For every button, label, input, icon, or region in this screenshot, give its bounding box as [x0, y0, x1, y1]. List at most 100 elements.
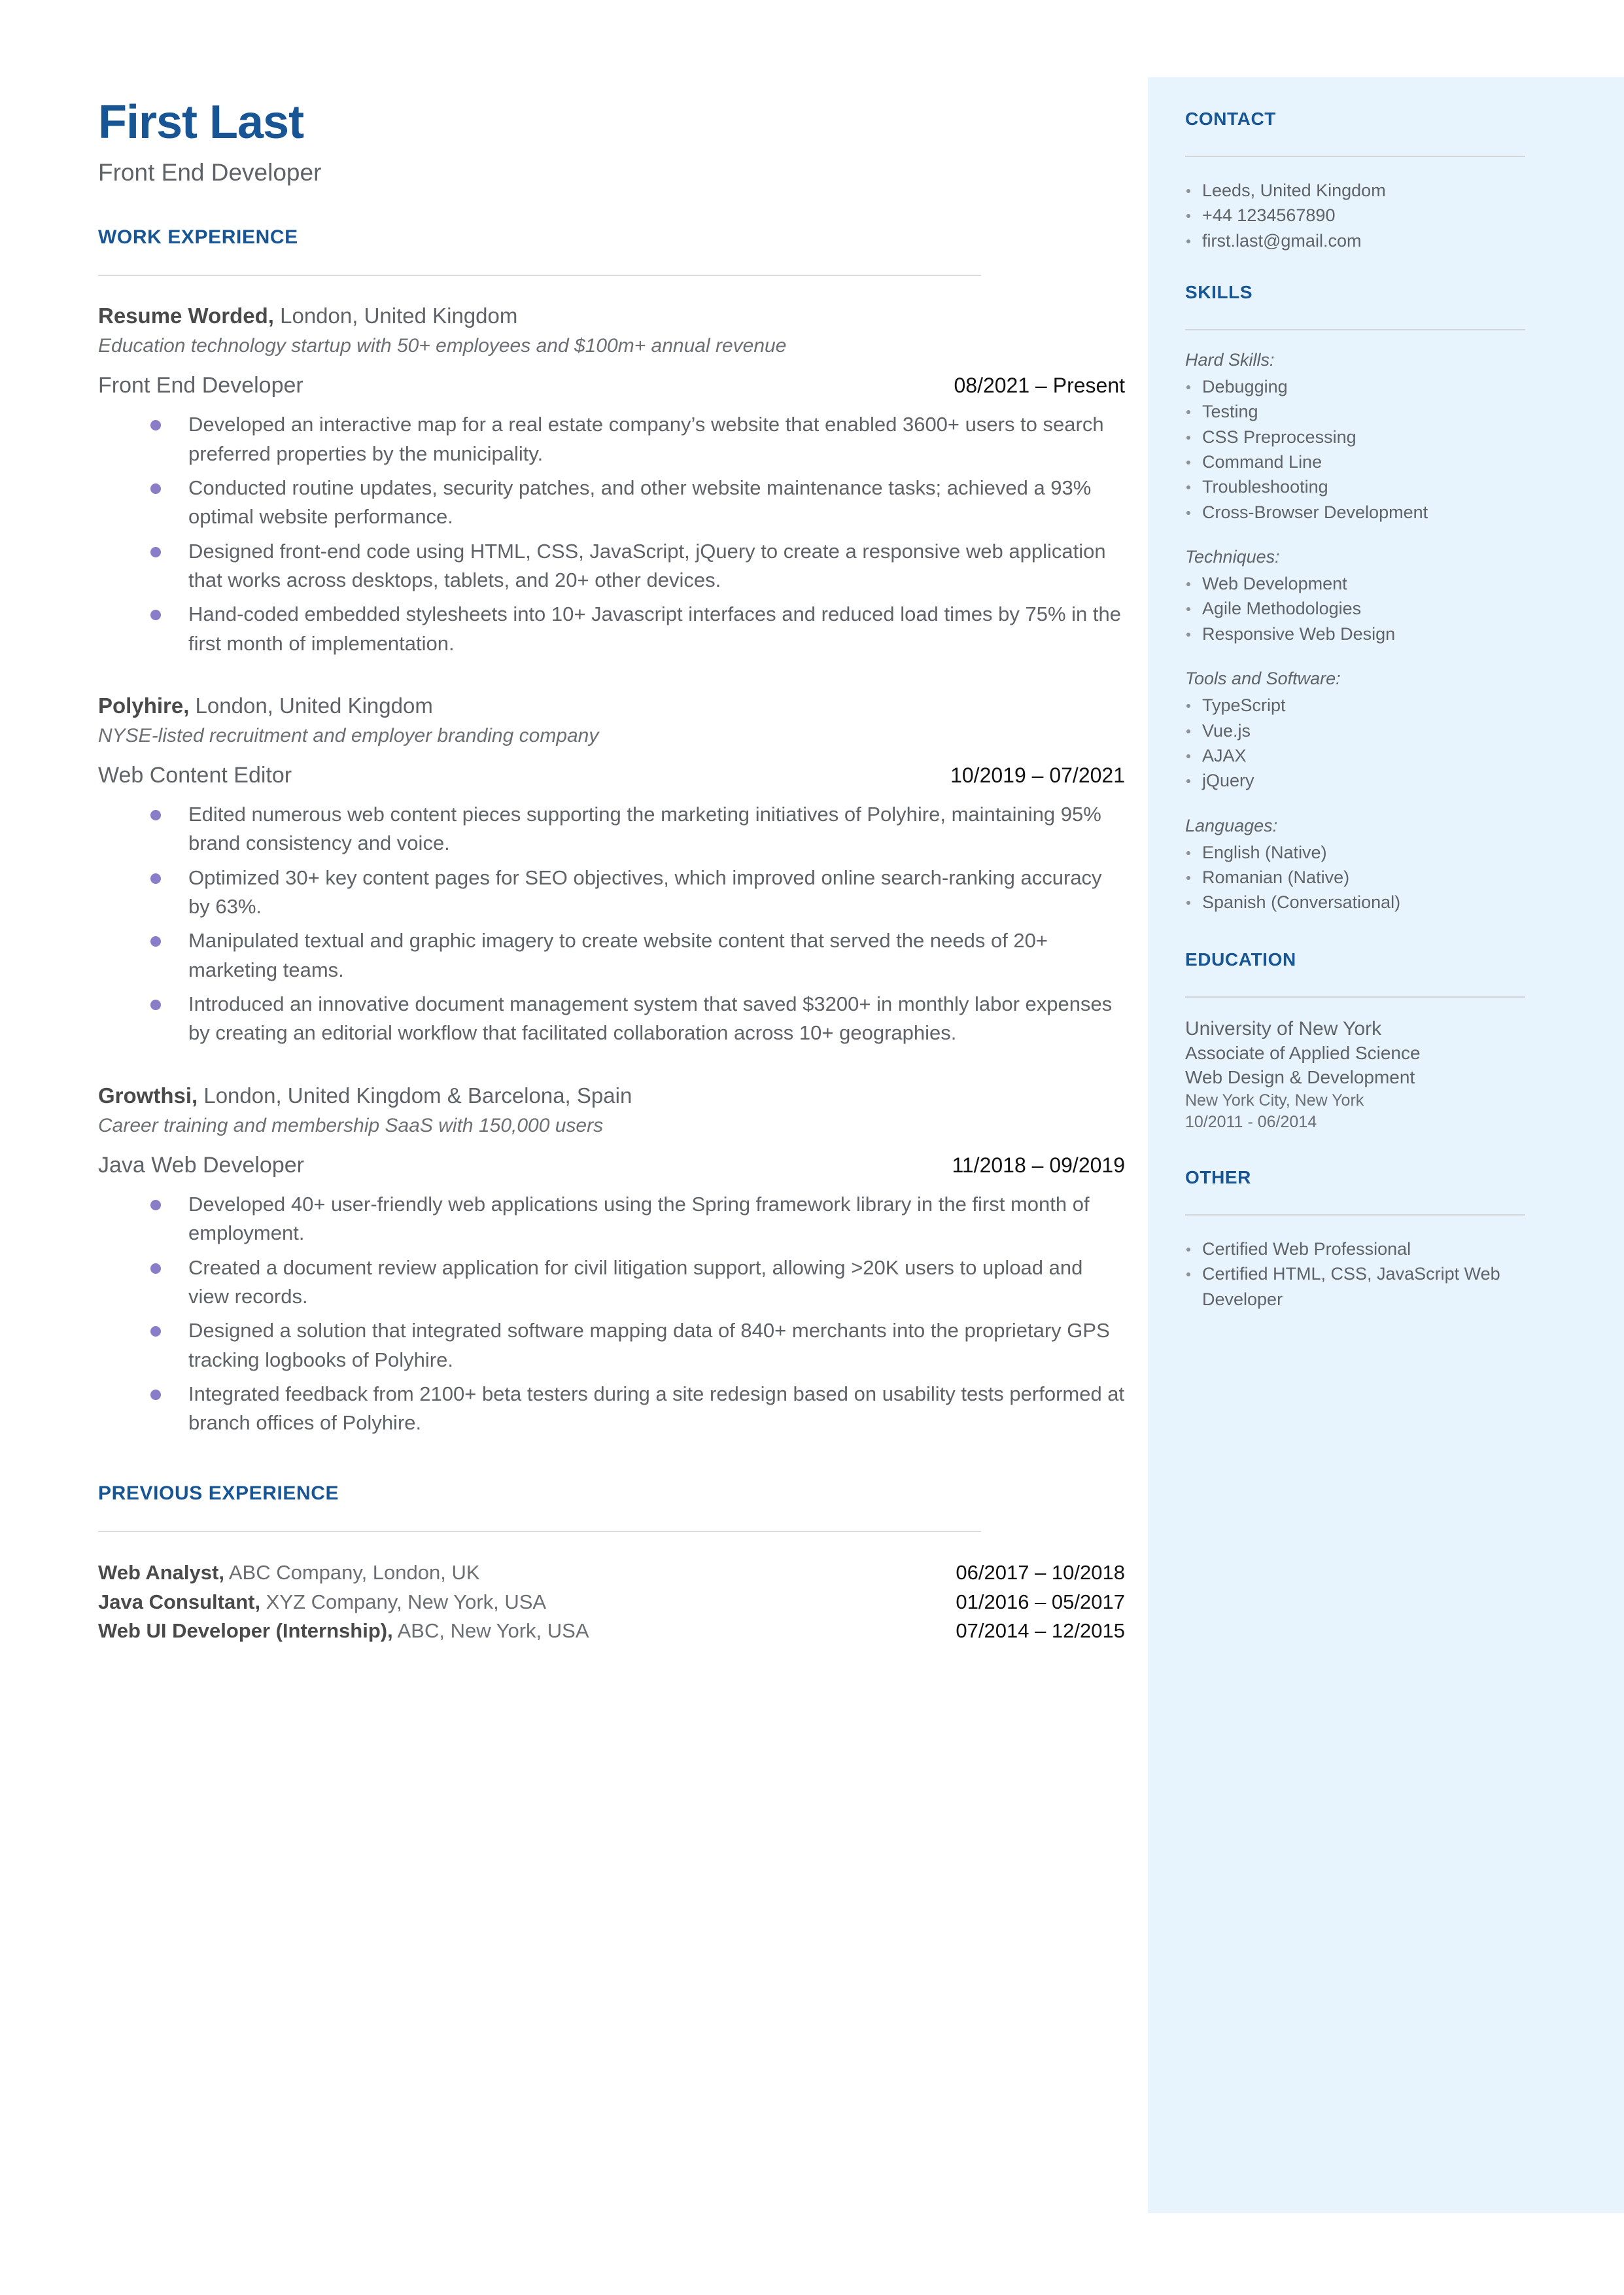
skill-item: Spanish (Conversational)	[1185, 890, 1529, 915]
skills-list-tools: TypeScript Vue.js AJAX jQuery	[1185, 693, 1529, 793]
previous-job-detail: XYZ Company, New York, USA	[260, 1590, 547, 1613]
job-company-description: NYSE-listed recruitment and employer bra…	[98, 725, 599, 747]
previous-job-dates: 01/2016 – 05/2017	[956, 1590, 1125, 1613]
main-content: First Last Front End Developer WORK EXPE…	[98, 96, 1125, 1646]
job-role-dates: 08/2021 – Present	[954, 374, 1125, 398]
sidebar-heading-education: EDUCATION	[1185, 949, 1296, 970]
previous-job-dates: 07/2014 – 12/2015	[956, 1619, 1125, 1643]
job-role-row: Web Content Editor 10/2019 – 07/2021	[98, 763, 1125, 788]
job-role-title: Front End Developer	[98, 373, 303, 398]
previous-job-row: Web Analyst, ABC Company, London, UK 06/…	[98, 1558, 1125, 1588]
skills-list-techniques: Web Development Agile Methodologies Resp…	[1185, 571, 1529, 646]
other-list: Certified Web Professional Certified HTM…	[1185, 1236, 1529, 1312]
job-bullet: Optimized 30+ key content pages for SEO …	[150, 864, 1125, 922]
skill-item: CSS Preprocessing	[1185, 425, 1529, 449]
job-bullet: Introduced an innovative document manage…	[150, 990, 1125, 1048]
job-role-title: Java Web Developer	[98, 1152, 304, 1178]
section-heading-previous-experience: PREVIOUS EXPERIENCE	[98, 1482, 339, 1504]
skills-group-label-tools: Tools and Software:	[1185, 669, 1341, 689]
sidebar-content: CONTACT Leeds, United Kingdom +44 123456…	[1185, 109, 1529, 1312]
skills-group-label-hard: Hard Skills:	[1185, 349, 1275, 370]
job-company-location: London, United Kingdom & Barcelona, Spai…	[198, 1083, 632, 1108]
skill-item: Command Line	[1185, 449, 1529, 474]
previous-job-detail: ABC, New York, USA	[392, 1619, 589, 1643]
job-company-line: Polyhire, London, United Kingdom	[98, 692, 1125, 719]
job-role-row: Java Web Developer 11/2018 – 09/2019	[98, 1153, 1125, 1178]
other-item: Certified Web Professional	[1185, 1236, 1529, 1261]
other-item: Certified HTML, CSS, JavaScript Web Deve…	[1185, 1261, 1529, 1312]
job-entry: Growthsi, London, United Kingdom & Barce…	[98, 1082, 1125, 1438]
job-bullet-list: Edited numerous web content pieces suppo…	[98, 800, 1125, 1048]
job-company-name: Growthsi,	[98, 1083, 198, 1108]
skill-item: TypeScript	[1185, 693, 1529, 718]
job-company-description: Education technology startup with 50+ em…	[98, 335, 787, 357]
skill-item: Web Development	[1185, 571, 1529, 596]
contact-item-email: first.last@gmail.com	[1185, 228, 1529, 253]
skill-item: Responsive Web Design	[1185, 622, 1529, 646]
skill-item: English (Native)	[1185, 840, 1529, 865]
job-bullet: Created a document review application fo…	[150, 1253, 1125, 1312]
header-job-title: Front End Developer	[98, 158, 322, 186]
previous-job-role: Web Analyst,	[98, 1560, 224, 1584]
job-bullet-list: Developed 40+ user-friendly web applicat…	[98, 1190, 1125, 1438]
skill-item: AJAX	[1185, 743, 1529, 768]
previous-job-left: Web UI Developer (Internship), ABC, New …	[98, 1617, 589, 1646]
skill-item: Agile Methodologies	[1185, 596, 1529, 621]
skills-group-label-techniques: Techniques:	[1185, 547, 1280, 567]
skill-item: Vue.js	[1185, 718, 1529, 743]
education-dates: 10/2011 - 06/2014	[1185, 1113, 1317, 1132]
sidebar-heading-other: OTHER	[1185, 1167, 1251, 1188]
previous-job-left: Web Analyst, ABC Company, London, UK	[98, 1558, 480, 1588]
previous-job-row: Java Consultant, XYZ Company, New York, …	[98, 1588, 1125, 1617]
job-entry: Resume Worded, London, United Kingdom Ed…	[98, 302, 1125, 658]
job-company-location: London, United Kingdom	[189, 693, 433, 718]
skill-item: Cross-Browser Development	[1185, 500, 1529, 525]
job-bullet: Designed front-end code using HTML, CSS,…	[150, 537, 1125, 595]
education-location: New York City, New York	[1185, 1091, 1364, 1110]
previous-job-role: Java Consultant,	[98, 1590, 261, 1613]
job-company-name: Resume Worded,	[98, 303, 274, 328]
job-bullet: Integrated feedback from 2100+ beta test…	[150, 1380, 1125, 1438]
job-company-location: London, United Kingdom	[273, 303, 518, 328]
job-entry: Polyhire, London, United Kingdom NYSE-li…	[98, 692, 1125, 1048]
contact-item-location: Leeds, United Kingdom	[1185, 178, 1529, 203]
sidebar-heading-skills: SKILLS	[1185, 281, 1253, 302]
previous-job-role: Web UI Developer (Internship),	[98, 1619, 393, 1643]
job-role-dates: 11/2018 – 09/2019	[952, 1153, 1125, 1177]
sidebar-heading-contact: CONTACT	[1185, 109, 1276, 129]
page-title: First Last	[98, 96, 304, 149]
previous-job-left: Java Consultant, XYZ Company, New York, …	[98, 1588, 546, 1617]
education-field: Web Design & Development	[1185, 1067, 1415, 1088]
skill-item: Troubleshooting	[1185, 474, 1529, 499]
section-heading-work-experience: WORK EXPERIENCE	[98, 226, 298, 248]
job-bullet: Manipulated textual and graphic imagery …	[150, 926, 1125, 985]
education-degree: Associate of Applied Science	[1185, 1043, 1421, 1064]
skill-item: Romanian (Native)	[1185, 865, 1529, 890]
sidebar-panel: CONTACT Leeds, United Kingdom +44 123456…	[1148, 77, 1624, 2213]
contact-list: Leeds, United Kingdom +44 1234567890 fir…	[1185, 178, 1529, 253]
job-role-dates: 10/2019 – 07/2021	[950, 763, 1125, 788]
job-bullet: Edited numerous web content pieces suppo…	[150, 800, 1125, 858]
job-company-description: Career training and membership SaaS with…	[98, 1114, 604, 1136]
previous-job-detail: ABC Company, London, UK	[224, 1560, 480, 1584]
skills-list-hard: Debugging Testing CSS Preprocessing Comm…	[1185, 374, 1529, 525]
previous-job-row: Web UI Developer (Internship), ABC, New …	[98, 1617, 1125, 1646]
resume-page: CONTACT Leeds, United Kingdom +44 123456…	[0, 0, 1624, 2295]
job-role-title: Web Content Editor	[98, 763, 292, 788]
contact-item-phone: +44 1234567890	[1185, 203, 1529, 228]
skill-item: Debugging	[1185, 374, 1529, 399]
skill-item: jQuery	[1185, 768, 1529, 793]
skill-item: Testing	[1185, 399, 1529, 424]
job-role-row: Front End Developer 08/2021 – Present	[98, 373, 1125, 398]
job-bullet-list: Developed an interactive map for a real …	[98, 410, 1125, 658]
skills-list-languages: English (Native) Romanian (Native) Spani…	[1185, 840, 1529, 915]
skills-group-label-languages: Languages:	[1185, 815, 1278, 835]
job-bullet: Developed an interactive map for a real …	[150, 410, 1125, 468]
job-company-name: Polyhire,	[98, 693, 190, 718]
education-school: University of New York	[1185, 1017, 1382, 1040]
job-bullet: Designed a solution that integrated soft…	[150, 1316, 1125, 1375]
job-bullet: Hand-coded embedded stylesheets into 10+…	[150, 600, 1125, 658]
job-bullet: Developed 40+ user-friendly web applicat…	[150, 1190, 1125, 1248]
previous-job-dates: 06/2017 – 10/2018	[956, 1560, 1125, 1584]
job-company-line: Resume Worded, London, United Kingdom	[98, 302, 1125, 329]
